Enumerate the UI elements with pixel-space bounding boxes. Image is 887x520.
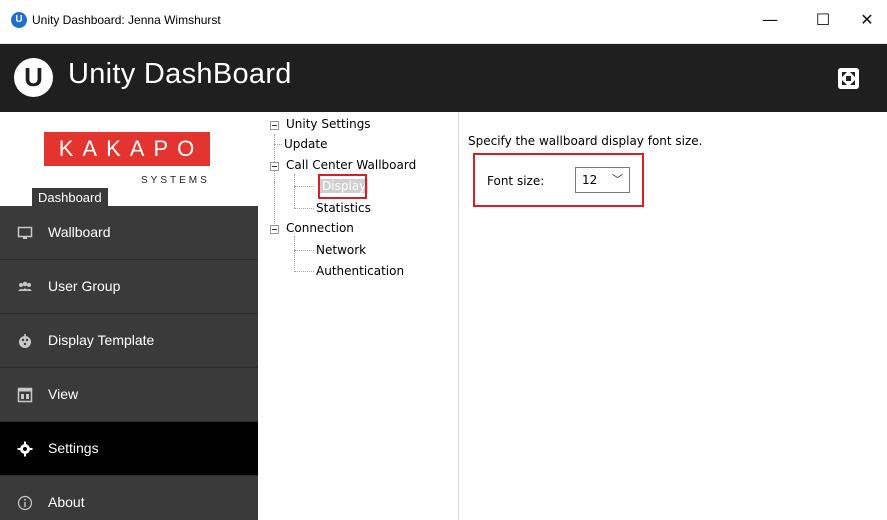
tree-node-unity-settings[interactable]: Unity Settings	[286, 117, 371, 131]
font-size-label: Font size:	[487, 174, 545, 188]
sidebar-item-label: Settings	[48, 440, 99, 456]
app-name: Unity DashBoard	[68, 58, 292, 90]
sidebar-item-display-template[interactable]: Display Template	[0, 314, 258, 368]
palette-icon	[17, 333, 33, 349]
sidebar-item-wallboard[interactable]: Wallboard	[0, 206, 258, 260]
kakapo-logo: KAKAPO	[44, 132, 210, 166]
tree-node-connection[interactable]: Connection	[286, 221, 354, 235]
sidebar-item-user-group[interactable]: User Group	[0, 260, 258, 314]
sidebar-item-about[interactable]: About	[0, 476, 258, 520]
tree-line	[294, 271, 314, 272]
tree-collapse-toggle[interactable]	[270, 225, 279, 234]
tree-line	[294, 174, 295, 208]
sidebar-item-label: User Group	[48, 278, 121, 294]
gear-icon	[17, 441, 33, 457]
tree-line	[294, 236, 295, 270]
settings-tree: Unity Settings Update Call Center Wallbo…	[258, 112, 459, 520]
view-icon	[17, 387, 33, 403]
app-icon: U	[11, 12, 27, 28]
window-title: Unity Dashboard: Jenna Wimshurst	[32, 13, 221, 27]
tree-node-call-center-wallboard[interactable]: Call Center Wallboard	[286, 158, 416, 172]
font-size-select[interactable]: 12 ﹀	[575, 167, 630, 193]
tree-node-statistics[interactable]: Statistics	[316, 201, 371, 215]
settings-content: Specify the wallboard display font size.…	[460, 112, 887, 520]
tree-line	[274, 144, 282, 145]
tree-line	[294, 208, 314, 209]
chevron-down-icon: ﹀	[612, 173, 623, 186]
tree-line	[274, 134, 275, 182]
monitor-icon	[17, 225, 33, 241]
sidebar: KAKAPO SYSTEMS Dashboard Wallboard User …	[0, 112, 258, 520]
highlight-box-display	[318, 174, 367, 199]
unity-logo: U	[14, 58, 53, 97]
tree-collapse-toggle[interactable]	[270, 121, 279, 130]
users-icon	[17, 279, 33, 295]
app-header: U Unity DashBoard	[0, 44, 887, 112]
expand-icon[interactable]	[838, 68, 859, 89]
tree-collapse-toggle[interactable]	[270, 162, 279, 171]
kakapo-subtitle: SYSTEMS	[141, 175, 210, 186]
tree-node-update[interactable]: Update	[284, 137, 327, 151]
sidebar-item-view[interactable]: View	[0, 368, 258, 422]
sidebar-item-label: About	[48, 494, 85, 510]
tree-node-authentication[interactable]: Authentication	[316, 264, 404, 278]
font-size-value: 12	[582, 173, 598, 187]
tree-line	[274, 182, 275, 228]
window-titlebar: U Unity Dashboard: Jenna Wimshurst — ☐ ✕	[0, 0, 887, 44]
sidebar-item-label: Wallboard	[48, 224, 111, 240]
sidebar-item-label: Display Template	[48, 332, 155, 348]
minimize-button[interactable]: —	[747, 0, 793, 44]
sidebar-item-label: View	[48, 386, 79, 402]
tree-node-network[interactable]: Network	[316, 243, 366, 257]
dashboard-section-tab: Dashboard	[32, 188, 108, 207]
sidebar-item-settings[interactable]: Settings	[0, 422, 258, 476]
tree-line	[294, 250, 314, 251]
maximize-button[interactable]: ☐	[800, 0, 846, 44]
settings-description: Specify the wallboard display font size.	[468, 134, 703, 148]
info-icon	[17, 495, 33, 511]
brand-panel: KAKAPO SYSTEMS Dashboard	[0, 112, 258, 207]
tree-line	[294, 186, 314, 187]
close-button[interactable]: ✕	[844, 0, 887, 44]
